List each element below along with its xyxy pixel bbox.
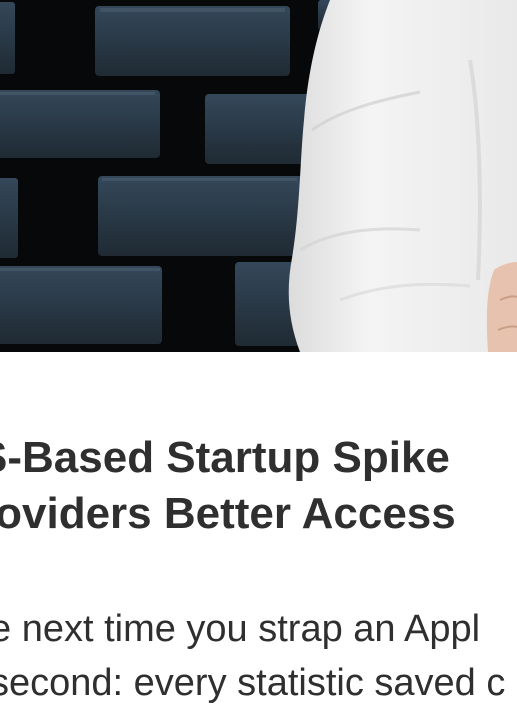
headline-line-1: S-Based Startup Spike <box>0 433 450 482</box>
body-line-1: e next time you strap an Appl <box>0 608 481 650</box>
hero-photo-illustration <box>0 0 517 352</box>
article-body: e next time you strap an Appl second: ev… <box>0 602 517 710</box>
hero-image <box>0 0 517 352</box>
body-line-2: second: every statistic saved c <box>0 662 506 704</box>
article-headline: S-Based Startup Spike roviders Better Ac… <box>0 430 517 542</box>
headline-line-2: roviders Better Access <box>0 489 456 538</box>
article-page: S-Based Startup Spike roviders Better Ac… <box>0 0 517 722</box>
